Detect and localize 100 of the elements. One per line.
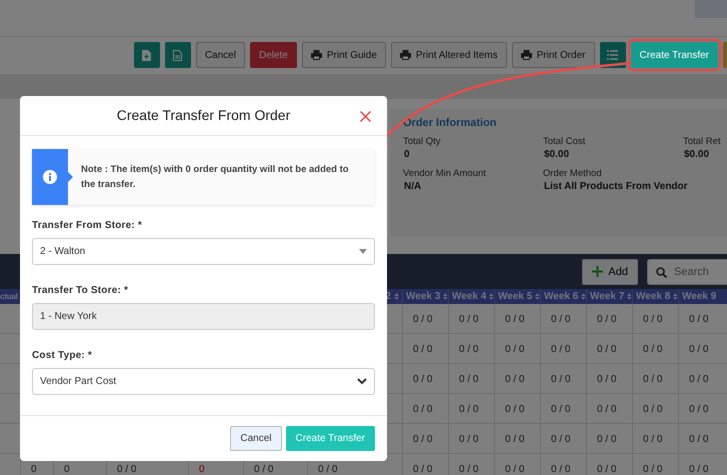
field-label: Cost Type: * [32, 350, 93, 361]
column-header: Week 4 [452, 291, 486, 302]
table-cell: 0 / 0 [459, 374, 478, 385]
print-button[interactable]: Print Order [512, 42, 595, 68]
table-cell: 0 / 0 [689, 434, 708, 445]
table-cell: 0 / 0 [551, 464, 570, 475]
table-cell: 0 / 0 [551, 434, 570, 445]
cancel-button[interactable]: Cancel [230, 426, 282, 451]
table-cell: 0 / 0 [459, 434, 478, 445]
table-cell: 0 / 0 [413, 464, 432, 475]
field-label: Order Method [543, 168, 602, 179]
table-cell: 0 / 0 [413, 314, 432, 325]
table-cell: 0 / 0 [505, 314, 524, 325]
field-value: $0.00 [683, 149, 710, 160]
table-cell: 0 / 0 [505, 404, 524, 415]
field-label: Vendor Min Amount [403, 168, 486, 179]
column-header: Week 6 [544, 291, 578, 302]
field-value: List All Products From Vendor [543, 181, 688, 192]
print-button[interactable]: Print Guide [302, 42, 386, 68]
table-cell: 0 / 0 [597, 314, 616, 325]
table-cell: 0 / 0 [643, 434, 662, 445]
sort-icon [394, 293, 399, 300]
table-cell: 0 / 0 [643, 404, 662, 415]
table-cell: 0 / 0 [597, 464, 616, 475]
table-cell: 0 / 0 [551, 344, 570, 355]
list-icon [607, 50, 618, 60]
table-cell: 0 / 0 [505, 464, 524, 475]
sort-icon [443, 293, 448, 300]
table-cell: 0 / 0 [597, 344, 616, 355]
field-label: Transfer To Store: * [32, 284, 130, 296]
sort-icon [627, 293, 632, 300]
table-cell: 0 [199, 464, 205, 475]
table-cell: 0 / 0 [689, 374, 708, 385]
cancel-button[interactable]: Cancel [196, 42, 245, 68]
column-header: Week 8 [636, 291, 670, 302]
field-label: Total Ret [683, 136, 720, 147]
table-cell: 0 / 0 [643, 344, 662, 355]
printer-icon [520, 50, 532, 60]
column-header: Week 7 [590, 291, 624, 302]
table-cell: 0 / 0 [413, 344, 432, 355]
list-button[interactable] [600, 42, 626, 68]
table-cell: 0 / 0 [505, 374, 524, 385]
table-cell: 0 / 0 [643, 464, 662, 475]
table-cell: 0 / 0 [318, 464, 338, 475]
plus-icon [592, 266, 604, 277]
column-header: Week 5 [498, 291, 532, 302]
table-cell: 0 / 0 [689, 464, 708, 475]
field-label: Total Cost [543, 136, 586, 147]
table-cell: 0 / 0 [551, 404, 570, 415]
table-cell: 0 / 0 [551, 314, 570, 325]
table-cell: 0 / 0 [689, 344, 708, 355]
column-header: Week 9 [682, 291, 716, 302]
field-label: Total Qty [403, 136, 440, 147]
table-cell: 0 / 0 [643, 374, 662, 385]
add-button[interactable]: Add [582, 258, 638, 284]
table-cell: 0 / 0 [117, 464, 136, 475]
note-text: Note : The item(s) with 0 order quantity will not be added to the transfer. [80, 162, 350, 192]
table-cell: 0 / 0 [413, 374, 432, 385]
field-value: 0 [403, 149, 410, 160]
table-cell: 0 / 0 [459, 464, 478, 475]
new-document-button[interactable] [134, 42, 160, 68]
dropdown[interactable]: 2 - Walton [32, 238, 375, 265]
modal-title: Create Transfer From Order [116, 107, 290, 124]
print-button[interactable]: Print Altered Items [390, 42, 507, 68]
table-cell: 0 / 0 [459, 404, 478, 415]
search-field[interactable]: Search [647, 258, 727, 284]
table-cell: 0 / 0 [551, 374, 570, 385]
table-cell: 0 / 0 [597, 374, 616, 385]
table-cell: 0 [64, 464, 70, 475]
table-cell: 0 / 0 [459, 314, 478, 325]
table-cell: 0 / 0 [505, 434, 524, 445]
document-button[interactable] [164, 42, 191, 68]
field-value: N/A [403, 181, 422, 192]
search-icon [656, 266, 667, 278]
file-icon [173, 50, 182, 60]
column-header: Week 3 [406, 291, 440, 302]
table-cell: 0 / 0 [597, 404, 616, 415]
table-cell: 0 / 0 [689, 314, 708, 325]
column-header: ctual [0, 292, 18, 301]
sort-icon [581, 293, 586, 300]
table-cell: 0 / 0 [413, 434, 432, 445]
create-transfer-button[interactable]: Create Transfer [630, 42, 718, 68]
sort-icon [489, 293, 494, 300]
table-cell: 0 / 0 [505, 344, 524, 355]
field-value: $0.00 [543, 149, 570, 160]
chevron-down-icon [357, 378, 367, 385]
table-cell: 0 / 0 [597, 434, 616, 445]
printer-icon [310, 50, 322, 60]
delete-button[interactable]: Delete [250, 42, 297, 68]
table-cell: 0 / 0 [254, 464, 274, 475]
info-icon [43, 170, 57, 184]
table-cell: 0 / 0 [643, 314, 662, 325]
file-plus-icon [142, 50, 152, 60]
printer-icon [400, 50, 411, 60]
close-button[interactable] [360, 111, 371, 122]
table-cell: 0 / 0 [413, 404, 432, 415]
sort-icon [535, 293, 540, 300]
table-cell: 0 [31, 464, 37, 475]
dropdown[interactable]: Vendor Part Cost [32, 368, 375, 395]
table-cell: 0 / 0 [459, 344, 478, 355]
